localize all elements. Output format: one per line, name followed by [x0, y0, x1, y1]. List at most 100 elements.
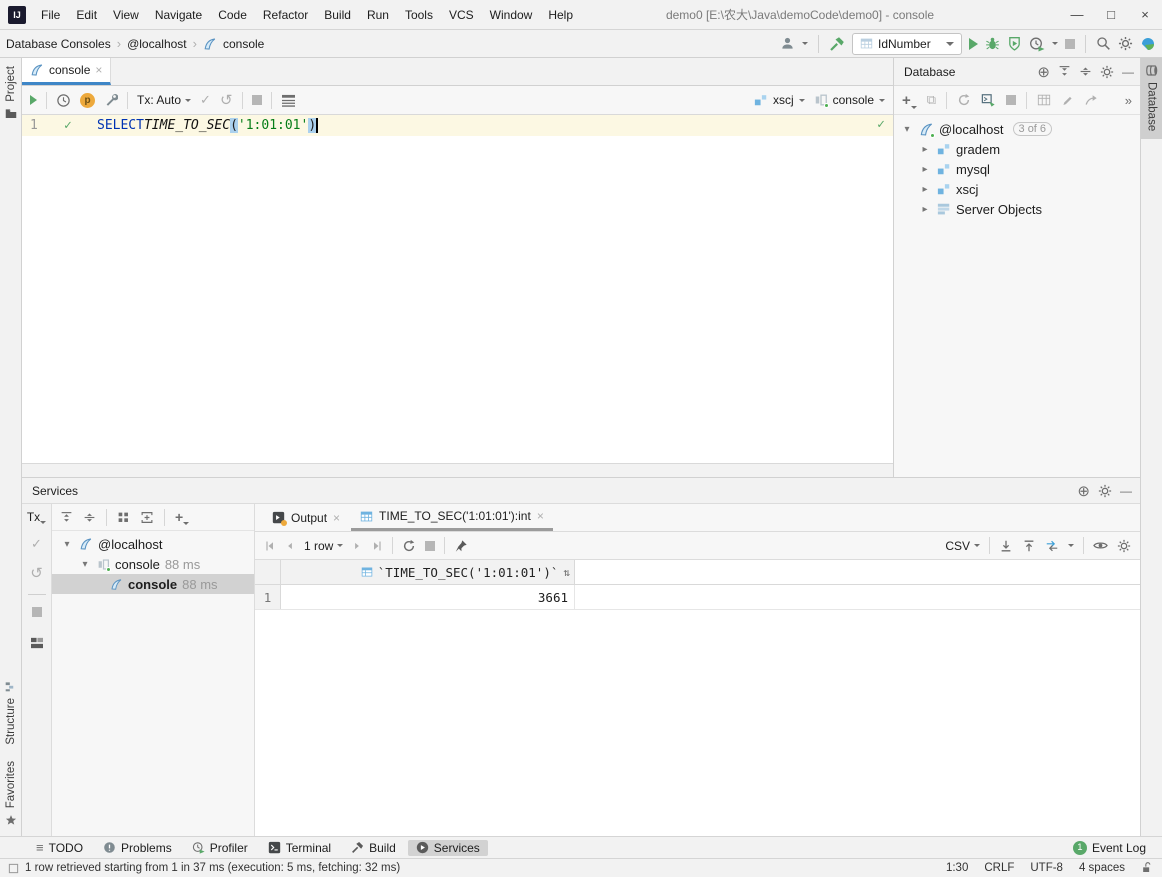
session-selector[interactable]: console: [814, 93, 885, 108]
breadcrumb-console[interactable]: console: [223, 37, 264, 51]
collapse-all-icon[interactable]: [1079, 65, 1092, 78]
expand-all-icon[interactable]: [60, 511, 73, 524]
tree-node-localhost[interactable]: ▾ @localhost 3 of 6: [894, 119, 1140, 139]
breadcrumb-database-consoles[interactable]: Database Consoles: [6, 37, 111, 51]
toolbar-profiler[interactable]: Profiler: [184, 840, 256, 856]
tx-mode-select[interactable]: Tx: Auto: [137, 93, 192, 107]
minimize-button[interactable]: —: [1060, 1, 1094, 29]
services-node-console-result[interactable]: console 88 ms: [52, 574, 254, 594]
view-options-eye-icon[interactable]: [1093, 538, 1108, 553]
file-encoding[interactable]: UTF-8: [1030, 862, 1063, 874]
menu-window[interactable]: Window: [483, 5, 540, 25]
export-download-icon[interactable]: [999, 539, 1013, 553]
result-row[interactable]: 1 3661: [255, 585, 1140, 610]
menu-navigate[interactable]: Navigate: [148, 5, 209, 25]
profiler-icon[interactable]: [1029, 36, 1045, 52]
toolbar-build[interactable]: Build: [343, 840, 404, 856]
inspection-ok-icon[interactable]: ✓: [877, 117, 885, 132]
rollback-icon[interactable]: ↺: [220, 91, 233, 109]
commit-icon[interactable]: ✓: [200, 92, 211, 108]
ide-plugin-swirl-icon[interactable]: [1140, 36, 1156, 52]
group-by-icon[interactable]: [117, 511, 130, 524]
history-clock-icon[interactable]: [56, 93, 71, 108]
tab-close-icon[interactable]: ×: [95, 63, 102, 77]
toolbar-services[interactable]: Services: [407, 839, 488, 856]
reload-page-icon[interactable]: [402, 539, 416, 553]
user-icon[interactable]: [780, 36, 795, 51]
sort-icon[interactable]: ⇅: [563, 566, 570, 579]
tree-collapsed-icon[interactable]: ▸: [918, 144, 932, 155]
layout-icon[interactable]: [30, 637, 44, 649]
tool-tab-structure[interactable]: Structure: [5, 698, 17, 745]
column-header[interactable]: `TIME_TO_SEC('1:01:01')` ⇅: [281, 560, 575, 584]
tree-node-mysql[interactable]: ▸ mysql: [894, 159, 1140, 179]
toolbar-problems[interactable]: Problems: [95, 840, 180, 856]
toolbar-terminal[interactable]: Terminal: [260, 840, 339, 856]
page-size-select[interactable]: 1 row: [304, 539, 344, 553]
result-grid-tab[interactable]: TIME_TO_SEC('1:01:01'):int ×: [351, 504, 553, 531]
tree-node-gradem[interactable]: ▸ gradem: [894, 139, 1140, 159]
tree-node-xscj[interactable]: ▸ xscj: [894, 179, 1140, 199]
execute-button[interactable]: [30, 95, 37, 105]
services-node-localhost[interactable]: ▾ @localhost: [52, 534, 254, 554]
output-tab[interactable]: Output ×: [263, 504, 349, 531]
code-line-1[interactable]: 1 ✓ SELECT TIME_TO_SEC('1:01:01'): [22, 115, 893, 136]
hide-panel-icon[interactable]: —: [1122, 65, 1134, 79]
run-with-coverage-icon[interactable]: [1007, 36, 1022, 51]
menu-vcs[interactable]: VCS: [442, 5, 481, 25]
settings-gear-icon[interactable]: [1118, 36, 1133, 51]
more-toolbar-icon[interactable]: »: [1125, 93, 1132, 108]
tree-collapsed-icon[interactable]: ▸: [918, 204, 932, 215]
menu-tools[interactable]: Tools: [398, 5, 440, 25]
run-configuration-select[interactable]: IdNumber: [852, 32, 962, 55]
jump-to-console-icon[interactable]: [981, 93, 996, 107]
locate-icon[interactable]: ⊕: [1037, 63, 1050, 81]
schema-selector[interactable]: xscj: [754, 93, 805, 107]
add-button[interactable]: +: [175, 509, 190, 525]
tool-tab-database[interactable]: Database: [1140, 58, 1162, 140]
event-log-button[interactable]: 1 Event Log: [1065, 840, 1154, 856]
tree-expanded-icon[interactable]: ▾: [900, 124, 914, 135]
tab-close-icon[interactable]: ×: [537, 509, 544, 523]
tree-expanded-icon[interactable]: ▾: [78, 559, 92, 570]
stop-button[interactable]: [1065, 38, 1075, 49]
tool-tab-favorites[interactable]: Favorites: [5, 761, 17, 808]
menu-code[interactable]: Code: [211, 5, 254, 25]
run-button[interactable]: [969, 37, 978, 50]
pin-tab-icon[interactable]: [454, 539, 468, 553]
maximize-button[interactable]: □: [1094, 1, 1128, 29]
grid-settings-gear-icon[interactable]: [1117, 539, 1131, 553]
close-button[interactable]: ×: [1128, 1, 1162, 29]
locate-icon[interactable]: ⊕: [1077, 482, 1090, 500]
menu-build[interactable]: Build: [317, 5, 358, 25]
panel-settings-gear-icon[interactable]: [1098, 484, 1112, 498]
services-node-console-session[interactable]: ▾ console 88 ms: [52, 554, 254, 574]
menu-refactor[interactable]: Refactor: [256, 5, 315, 25]
menu-file[interactable]: File: [34, 5, 67, 25]
stop-query-button[interactable]: [251, 95, 262, 105]
menu-run[interactable]: Run: [360, 5, 396, 25]
add-service-frame-icon[interactable]: [140, 511, 154, 524]
sql-editor[interactable]: 1 ✓ SELECT TIME_TO_SEC('1:01:01') ✓: [22, 115, 893, 463]
breadcrumb-localhost[interactable]: @localhost: [127, 37, 187, 51]
compare-arrows-icon[interactable]: [1045, 539, 1059, 553]
toolbar-todo[interactable]: ≡ TODO: [28, 839, 91, 856]
search-icon[interactable]: [1096, 36, 1111, 51]
menu-edit[interactable]: Edit: [69, 5, 104, 25]
indent-setting[interactable]: 4 spaces: [1079, 862, 1125, 874]
wrench-icon[interactable]: [104, 93, 118, 107]
lock-icon[interactable]: [1141, 862, 1152, 874]
menu-view[interactable]: View: [106, 5, 146, 25]
collapse-all-icon[interactable]: [83, 511, 96, 524]
editor-tab-console[interactable]: console ×: [22, 58, 112, 85]
tab-close-icon[interactable]: ×: [333, 511, 340, 525]
refresh-icon[interactable]: [957, 93, 971, 107]
parameters-icon[interactable]: p: [80, 92, 95, 108]
tree-expanded-icon[interactable]: ▾: [60, 539, 74, 550]
export-format-select[interactable]: CSV: [945, 539, 980, 553]
menu-help[interactable]: Help: [541, 5, 580, 25]
browse-history-icon[interactable]: [281, 94, 296, 107]
hide-panel-icon[interactable]: —: [1120, 484, 1132, 498]
tree-node-server-objects[interactable]: ▸ Server Objects: [894, 199, 1140, 219]
caret-position[interactable]: 1:30: [946, 862, 968, 874]
